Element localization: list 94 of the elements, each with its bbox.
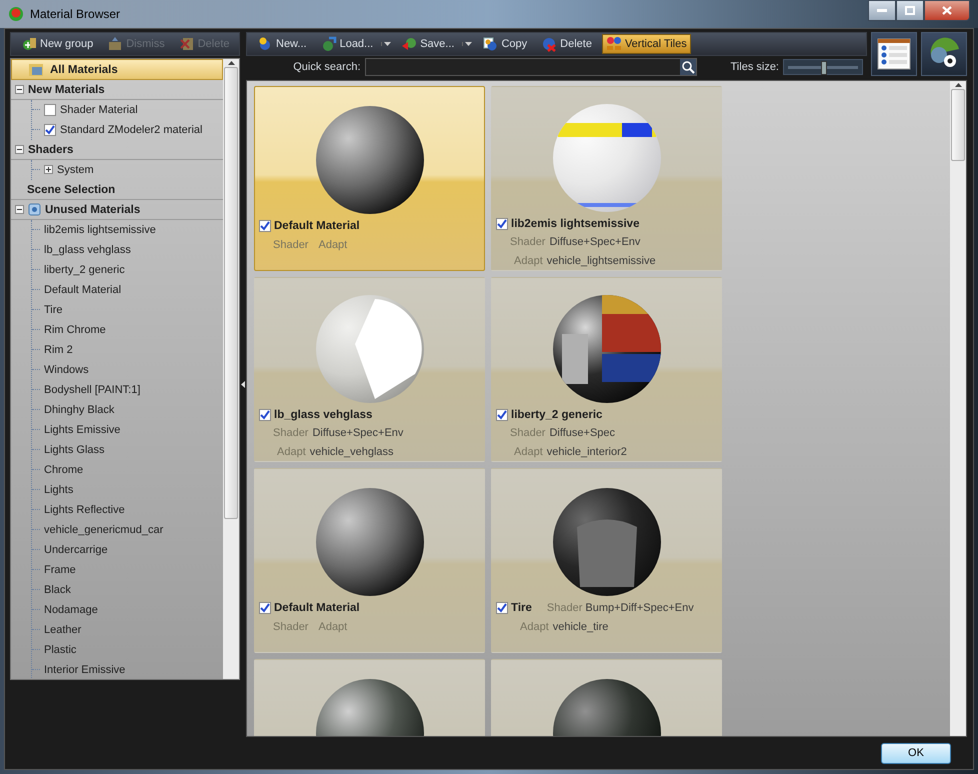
collapse-icon[interactable] (15, 205, 24, 214)
tree-item[interactable]: Dhinghy Black (32, 400, 223, 420)
tree-item[interactable]: Lights Emissive (32, 420, 223, 440)
close-icon (942, 6, 952, 15)
list-view-button[interactable] (871, 32, 917, 76)
checkbox[interactable] (496, 218, 508, 230)
tree-item[interactable]: Lights Reflective (32, 500, 223, 520)
load-icon (320, 36, 337, 52)
tree-item[interactable]: Bodyshell [PAINT:1] (32, 380, 223, 400)
scroll-up-arrow-icon[interactable] (954, 83, 962, 87)
tree-item[interactable]: Interior Emissive (32, 660, 223, 679)
expand-icon[interactable] (44, 165, 53, 174)
close-button[interactable] (924, 0, 970, 21)
window-title: Material Browser (30, 7, 122, 21)
delete-icon (541, 36, 558, 52)
bin-icon (28, 203, 41, 216)
toolbar-button[interactable]: Delete (537, 34, 596, 54)
scrollbar[interactable] (223, 59, 239, 679)
checkbox[interactable] (44, 124, 56, 136)
checkbox[interactable] (496, 602, 508, 614)
add-folder-icon (21, 36, 37, 52)
tiles-size-slider[interactable] (783, 59, 863, 75)
tree-item[interactable]: System (32, 160, 223, 180)
tree-item[interactable]: Windows (32, 360, 223, 380)
tree-item[interactable]: Tire (32, 300, 223, 320)
tree-item[interactable]: Undercarrige (32, 540, 223, 560)
tree-item[interactable]: New Materials (11, 80, 223, 100)
new-icon (257, 36, 273, 52)
tree-item[interactable]: Shader Material (32, 100, 223, 120)
material-tile[interactable]: Tire Shader Bump+Diff+Spec+Env Adapt vehicle_tire (491, 468, 722, 653)
toolbar-button[interactable]: Vertical Tiles (602, 34, 691, 54)
tree-item[interactable]: vehicle_genericmud_car (32, 520, 223, 540)
tree-item[interactable]: Rim 2 (32, 340, 223, 360)
scroll-up-arrow-icon[interactable] (228, 61, 234, 65)
app-icon (8, 6, 24, 22)
tree-item[interactable]: Lights (32, 480, 223, 500)
material-tile[interactable]: Default Material Shader Adapt (254, 468, 485, 653)
toolbar-button[interactable]: Copy (478, 34, 532, 54)
toolbar-button[interactable]: New group (17, 34, 98, 54)
tiles-icon (606, 36, 622, 52)
copy-icon (482, 36, 498, 52)
material-tile[interactable]: liberty_2 generic Shader Diffuse+Spec Adapt vehicle_interior2 (491, 277, 722, 462)
tree-item[interactable]: Plastic (32, 640, 223, 660)
tree-item[interactable]: Unused Materials (11, 200, 223, 220)
search-icon[interactable] (680, 59, 696, 75)
settings-button[interactable] (921, 32, 967, 76)
toolbar-button[interactable]: Save... (397, 34, 458, 54)
checkbox[interactable] (496, 408, 508, 421)
tiles-size-label: Tiles size: (730, 61, 779, 73)
material-tile[interactable]: Default Material Shader Adapt (254, 86, 485, 271)
caret-icon[interactable] (465, 42, 472, 46)
tree-item[interactable]: Scene Selection (11, 180, 223, 200)
tree-item[interactable]: Shaders (11, 140, 223, 160)
scroll-thumb[interactable] (951, 89, 965, 161)
collapse-icon[interactable] (15, 85, 24, 94)
folder-icon (107, 36, 124, 52)
tree-item[interactable]: lib2emis lightsemissive (32, 220, 223, 240)
tree-item[interactable]: Standard ZModeler2 material (32, 120, 223, 140)
checkbox[interactable] (259, 408, 271, 421)
checkbox[interactable] (259, 602, 271, 614)
ok-button[interactable]: OK (881, 742, 951, 764)
dropdown-toggle[interactable] (381, 42, 392, 46)
minimize-icon (877, 8, 887, 12)
splitter-arrow-icon[interactable] (241, 381, 245, 388)
scrollbar[interactable] (950, 81, 966, 736)
tree-item[interactable]: All Materials (11, 59, 223, 80)
folder-icon (28, 62, 46, 77)
checkbox[interactable] (259, 220, 271, 232)
material-tile[interactable]: lib2emis lightsemissive Shader Diffuse+Spec+Env Adapt vehicle_lightsemissive (491, 86, 722, 271)
scroll-thumb[interactable] (224, 67, 238, 519)
save-icon (401, 36, 418, 52)
tree-item[interactable]: Chrome (32, 460, 223, 480)
checkbox[interactable] (44, 104, 56, 116)
tree-item[interactable]: lb_glass vehglass (32, 240, 223, 260)
caret-icon[interactable] (384, 42, 392, 46)
toolbar-button[interactable]: Load... (316, 34, 378, 54)
material-tile[interactable]: lb_glass vehglass Shader Diffuse+Spec+Env Adapt vehicle_vehglass (254, 277, 485, 462)
dropdown-toggle[interactable] (462, 42, 472, 46)
maximize-icon (905, 6, 915, 15)
tree-item[interactable]: Black (32, 580, 223, 600)
delete-icon (178, 36, 195, 52)
search-label: Quick search: (293, 61, 360, 73)
minimize-button[interactable] (868, 0, 896, 21)
tree-item[interactable]: Default Material (32, 280, 223, 300)
tree-item[interactable]: Nodamage (32, 600, 223, 620)
tree-item[interactable]: Lights Glass (32, 440, 223, 460)
search-field[interactable] (364, 58, 696, 76)
toolbar-button[interactable]: New... (253, 34, 311, 54)
maximize-button[interactable] (896, 0, 924, 21)
tree-item[interactable]: Rim Chrome (32, 320, 223, 340)
tree-item[interactable]: liberty_2 generic (32, 260, 223, 280)
tree-item[interactable]: Frame (32, 560, 223, 580)
tree-item[interactable]: Leather (32, 620, 223, 640)
collapse-icon[interactable] (15, 145, 24, 154)
